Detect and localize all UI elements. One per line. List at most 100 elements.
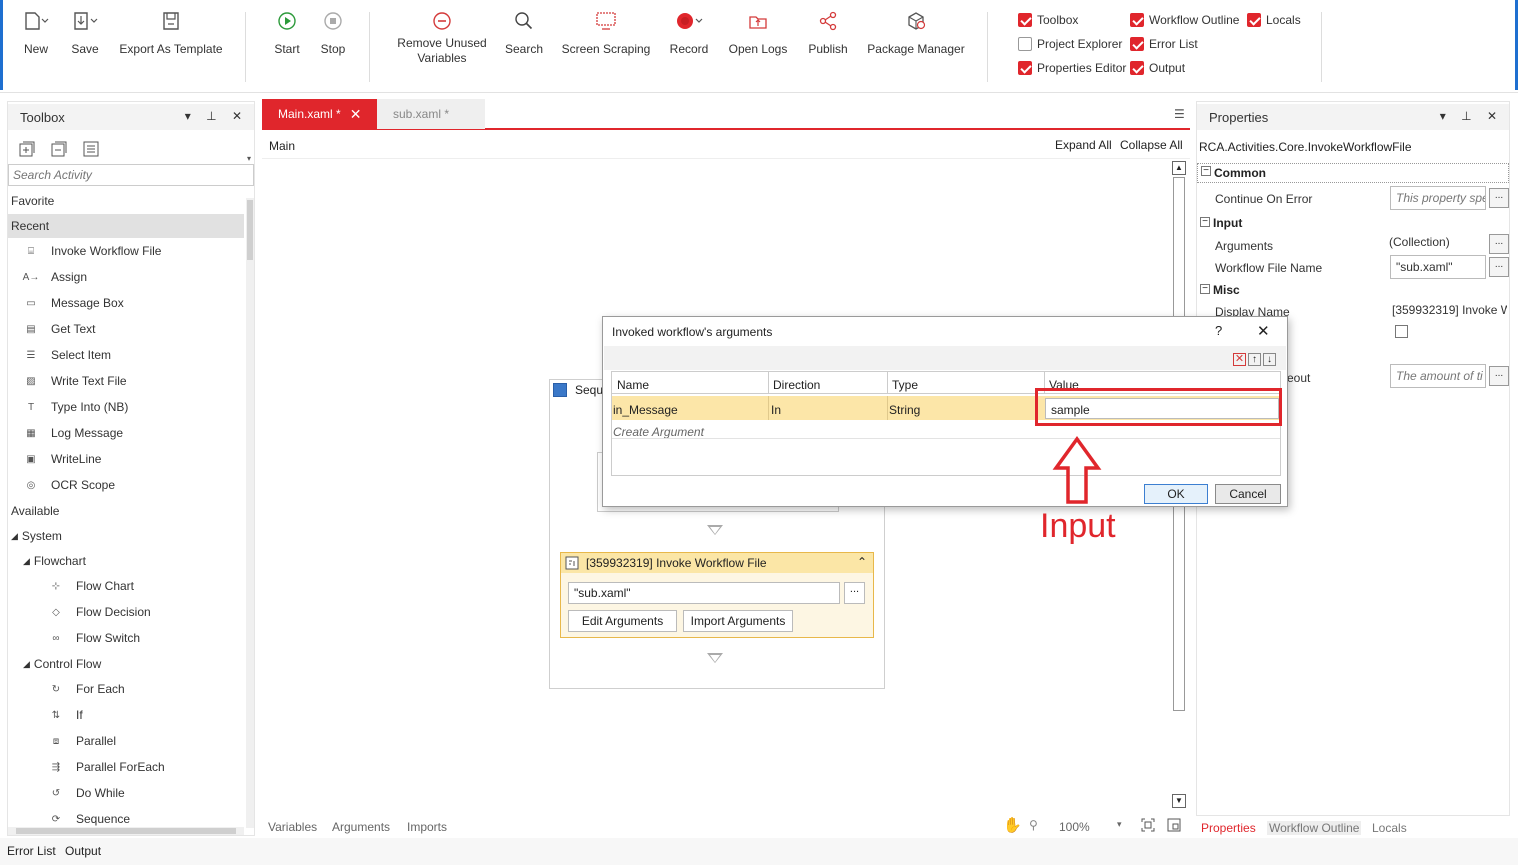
edit-arguments-button[interactable]: Edit Arguments xyxy=(568,610,677,632)
toolbox-item[interactable]: ▨ Write Text File xyxy=(23,369,259,393)
category-row-misc[interactable]: − Misc xyxy=(1197,280,1509,300)
imports-tab[interactable]: Imports xyxy=(407,820,447,834)
export-template-button[interactable]: Export As Template xyxy=(118,10,224,56)
workflow-file-name-input[interactable]: "sub.xaml" xyxy=(1390,255,1486,279)
toolbox-item[interactable]: ▭ Message Box xyxy=(23,291,259,315)
timeout-button[interactable]: ... xyxy=(1489,366,1509,386)
toolbox-item[interactable]: ◎ OCR Scope xyxy=(23,473,259,497)
publish-button[interactable]: Publish xyxy=(806,10,850,56)
scroll-down-arrow-icon[interactable]: ▼ xyxy=(1172,794,1186,808)
open-logs-button[interactable]: Open Logs xyxy=(726,10,790,56)
close-icon[interactable]: ✕ xyxy=(1257,322,1270,340)
ok-button[interactable]: OK xyxy=(1144,484,1208,504)
list-view-icon[interactable] xyxy=(82,140,100,158)
arguments-edit-button[interactable]: ... xyxy=(1489,234,1509,254)
argument-direction[interactable]: In xyxy=(771,403,781,417)
browse-file-button[interactable]: ... xyxy=(844,582,865,604)
continue-on-error-button[interactable]: ... xyxy=(1489,188,1509,208)
locals-checkbox[interactable]: Locals xyxy=(1247,13,1301,27)
tab-sub-xaml[interactable]: sub.xaml * xyxy=(377,99,485,129)
properties-editor-checkbox[interactable]: Properties Editor xyxy=(1018,61,1126,75)
toolbox-item[interactable]: T Type Into (NB) xyxy=(23,395,259,419)
column-header-name[interactable]: Name xyxy=(617,378,649,392)
arguments-tab[interactable]: Arguments xyxy=(332,820,390,834)
collapse-box-icon[interactable]: − xyxy=(1201,166,1211,176)
category-row-input[interactable]: − Input xyxy=(1197,213,1509,233)
toolbox-scrollbar[interactable] xyxy=(246,198,254,828)
pane-controls[interactable]: ▾ ⊥ ✕ xyxy=(1440,109,1503,123)
move-up-icon[interactable]: ↑ xyxy=(1248,353,1261,366)
recent-category[interactable]: Recent xyxy=(8,214,244,238)
tab-locals[interactable]: Locals xyxy=(1372,821,1407,835)
tab-overflow-menu-icon[interactable]: ☰ xyxy=(1174,107,1185,121)
zoom-search-icon[interactable]: ⚲ xyxy=(1029,818,1038,832)
error-list-checkbox[interactable]: Error List xyxy=(1130,37,1198,51)
search-button[interactable]: Search xyxy=(504,10,544,56)
toolbox-hscrollbar[interactable] xyxy=(8,827,244,835)
workflow-file-name-button[interactable]: ... xyxy=(1489,257,1509,277)
continue-on-error-input[interactable]: This property spe xyxy=(1390,186,1486,210)
screen-scraping-button[interactable]: Screen Scraping xyxy=(560,10,652,56)
pane-controls[interactable]: ▾ ⊥ ✕ xyxy=(185,109,248,123)
zoom-dropdown-icon[interactable]: ▾ xyxy=(1117,819,1122,830)
variables-tab[interactable]: Variables xyxy=(268,820,317,834)
expand-all-icon[interactable] xyxy=(18,140,36,158)
control-flow-category[interactable]: ◢ Control Flow xyxy=(23,652,259,676)
category-row-common[interactable]: − Common xyxy=(1197,163,1509,183)
timeout-input[interactable]: The amount of ti xyxy=(1390,364,1486,388)
workflow-file-input[interactable]: "sub.xaml" xyxy=(568,582,840,604)
tab-output[interactable]: Output xyxy=(65,844,101,858)
start-button[interactable]: Start xyxy=(270,10,304,56)
import-arguments-button[interactable]: Import Arguments xyxy=(683,610,793,632)
scroll-up-arrow-icon[interactable]: ▲ xyxy=(1172,161,1186,175)
favorite-category[interactable]: Favorite xyxy=(11,189,247,213)
help-button[interactable]: ? xyxy=(1215,323,1222,338)
collapse-all-link[interactable]: Collapse All xyxy=(1120,138,1183,152)
private-checkbox[interactable] xyxy=(1395,325,1408,338)
workflow-outline-checkbox[interactable]: Workflow Outline xyxy=(1130,13,1239,27)
collapse-box-icon[interactable]: − xyxy=(1200,217,1210,227)
toolbox-item[interactable]: ☰ Select Item xyxy=(23,343,259,367)
stop-button[interactable]: Stop xyxy=(316,10,350,56)
new-button[interactable]: New xyxy=(18,10,54,56)
cancel-button[interactable]: Cancel xyxy=(1215,484,1281,504)
project-explorer-checkbox[interactable]: Project Explorer xyxy=(1018,37,1122,51)
expand-all-link[interactable]: Expand All xyxy=(1055,138,1112,152)
package-manager-button[interactable]: Package Manager xyxy=(866,10,966,56)
tab-properties[interactable]: Properties xyxy=(1201,821,1256,835)
collapse-chevron-icon[interactable]: ⌃ xyxy=(857,555,867,569)
display-name-value[interactable]: [359932319] Invoke W xyxy=(1392,303,1507,317)
tab-error-list[interactable]: Error List xyxy=(7,844,56,858)
tab-main-xaml[interactable]: Main.xaml * ✕ xyxy=(262,99,377,129)
create-argument-link[interactable]: Create Argument xyxy=(613,425,704,439)
record-button[interactable]: Record xyxy=(668,10,710,56)
delete-argument-icon[interactable]: ✕ xyxy=(1233,353,1246,366)
toolbox-item[interactable]: ▤ Get Text xyxy=(23,317,259,341)
overview-map-icon[interactable] xyxy=(1167,818,1181,832)
toolbox-item[interactable]: A→ Assign xyxy=(23,265,259,289)
column-header-type[interactable]: Type xyxy=(892,378,918,392)
zoom-level[interactable]: 100% xyxy=(1059,820,1090,834)
move-down-icon[interactable]: ↓ xyxy=(1263,353,1276,366)
argument-name[interactable]: in_Message xyxy=(613,403,678,417)
close-icon[interactable]: ✕ xyxy=(350,106,362,123)
flowchart-category[interactable]: ◢ Flowchart xyxy=(23,549,259,573)
column-header-direction[interactable]: Direction xyxy=(773,378,820,392)
breadcrumb[interactable]: Main xyxy=(269,139,295,153)
argument-type[interactable]: String xyxy=(889,403,920,417)
toolbox-item[interactable]: ⌸ Invoke Workflow File xyxy=(23,239,259,263)
collapse-all-icon[interactable] xyxy=(50,140,68,158)
fit-to-screen-icon[interactable] xyxy=(1141,818,1155,832)
toolbox-checkbox[interactable]: Toolbox xyxy=(1018,13,1078,27)
toolbox-item[interactable]: ▦ Log Message xyxy=(23,421,259,445)
toolbox-item[interactable]: ▣ WriteLine xyxy=(23,447,259,471)
available-category[interactable]: Available xyxy=(11,499,247,523)
output-checkbox[interactable]: Output xyxy=(1130,61,1185,75)
search-activity-input[interactable] xyxy=(8,164,254,186)
system-category[interactable]: ◢ System xyxy=(11,524,247,548)
tab-workflow-outline[interactable]: Workflow Outline xyxy=(1267,821,1362,835)
save-button[interactable]: Save xyxy=(66,10,104,56)
scroll-down-arrow-icon[interactable]: ▾ xyxy=(247,154,251,163)
collapse-box-icon[interactable]: − xyxy=(1200,284,1210,294)
invoke-workflow-activity[interactable]: [359932319] Invoke Workflow File ⌃ "sub.… xyxy=(560,552,874,638)
